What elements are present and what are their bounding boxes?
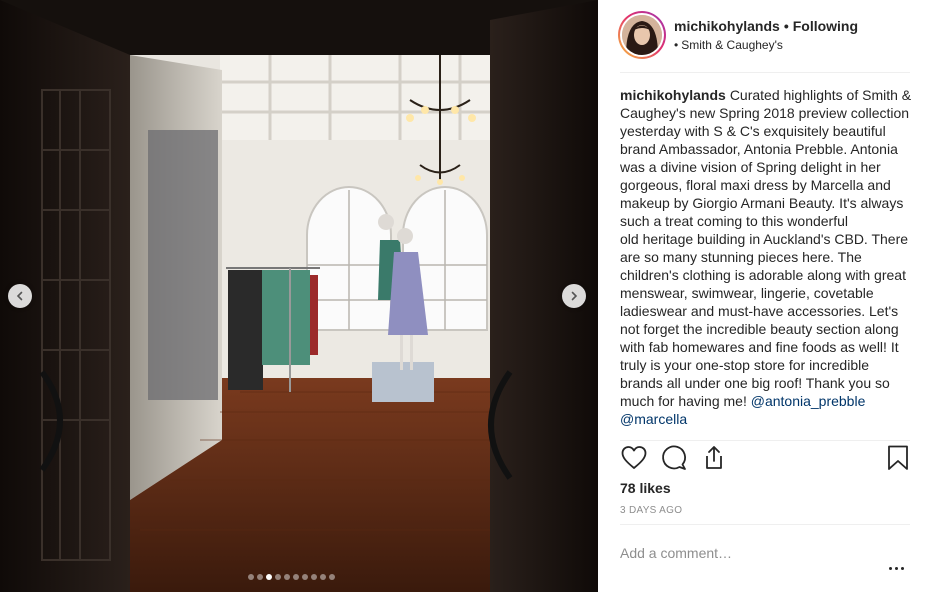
- mention-link[interactable]: @antonia_prebble: [751, 393, 866, 409]
- following-button[interactable]: Following: [793, 18, 858, 34]
- carousel-dot: [266, 574, 272, 580]
- caption-divider: [620, 440, 910, 441]
- post-details-panel: michikohylands • Following • Smith & Caughe…: [598, 0, 932, 592]
- next-photo-button[interactable]: [562, 284, 586, 308]
- instagram-post-view: michikohylands • Following • Smith & Caughe…: [0, 0, 932, 592]
- heart-icon: [621, 446, 647, 469]
- likes-count[interactable]: 78 likes: [620, 480, 671, 496]
- caption-text-part-2: old heritage building in Auckland's CBD.…: [620, 231, 909, 409]
- username-link[interactable]: michikohylands: [674, 18, 780, 34]
- carousel-dot: [275, 574, 281, 580]
- share-button[interactable]: [700, 444, 728, 472]
- action-bar: [620, 444, 910, 476]
- avatar-story-ring[interactable]: [618, 11, 666, 59]
- share-icon: [706, 446, 722, 469]
- carousel-dot: [284, 574, 290, 580]
- like-button[interactable]: [620, 444, 648, 472]
- separator-dot: •: [783, 18, 789, 34]
- previous-photo-button[interactable]: [8, 284, 32, 308]
- bookmark-icon: [888, 445, 908, 470]
- header-divider: [620, 72, 910, 73]
- location-line: • Smith & Caughey's: [674, 38, 783, 52]
- more-options-icon: [888, 566, 892, 570]
- carousel-indicator: [248, 574, 335, 580]
- carousel-dot: [248, 574, 254, 580]
- carousel-dot: [293, 574, 299, 580]
- location-link[interactable]: Smith & Caughey's: [681, 38, 783, 52]
- save-button[interactable]: [884, 444, 912, 472]
- caption-author-link[interactable]: michikohylands: [620, 87, 726, 103]
- comment-divider: [620, 524, 910, 525]
- carousel-dot: [302, 574, 308, 580]
- comment-button[interactable]: [660, 444, 688, 472]
- carousel-dot: [311, 574, 317, 580]
- carousel-dot: [329, 574, 335, 580]
- carousel-dot: [320, 574, 326, 580]
- post-photo[interactable]: [0, 0, 598, 592]
- username-line: michikohylands • Following: [674, 18, 858, 34]
- chevron-left-icon: [16, 291, 23, 301]
- carousel-dot: [257, 574, 263, 580]
- location-bullet: •: [674, 38, 679, 52]
- avatar: [622, 15, 662, 55]
- more-options-button[interactable]: [884, 560, 908, 576]
- add-comment-input[interactable]: [620, 543, 870, 563]
- caption-text-part-1: Curated highlights of Smith & Caughey's …: [620, 87, 912, 229]
- post-header: michikohylands • Following • Smith & Caughe…: [598, 0, 932, 72]
- speech-bubble-icon: [662, 445, 686, 470]
- post-caption: michikohylands Curated highlights of Smit…: [620, 86, 912, 436]
- chevron-right-icon: [571, 291, 578, 301]
- post-timestamp[interactable]: 3 DAYS AGO: [620, 505, 682, 516]
- store-interior-photo: [0, 0, 598, 592]
- mention-link[interactable]: @marcella: [620, 411, 687, 427]
